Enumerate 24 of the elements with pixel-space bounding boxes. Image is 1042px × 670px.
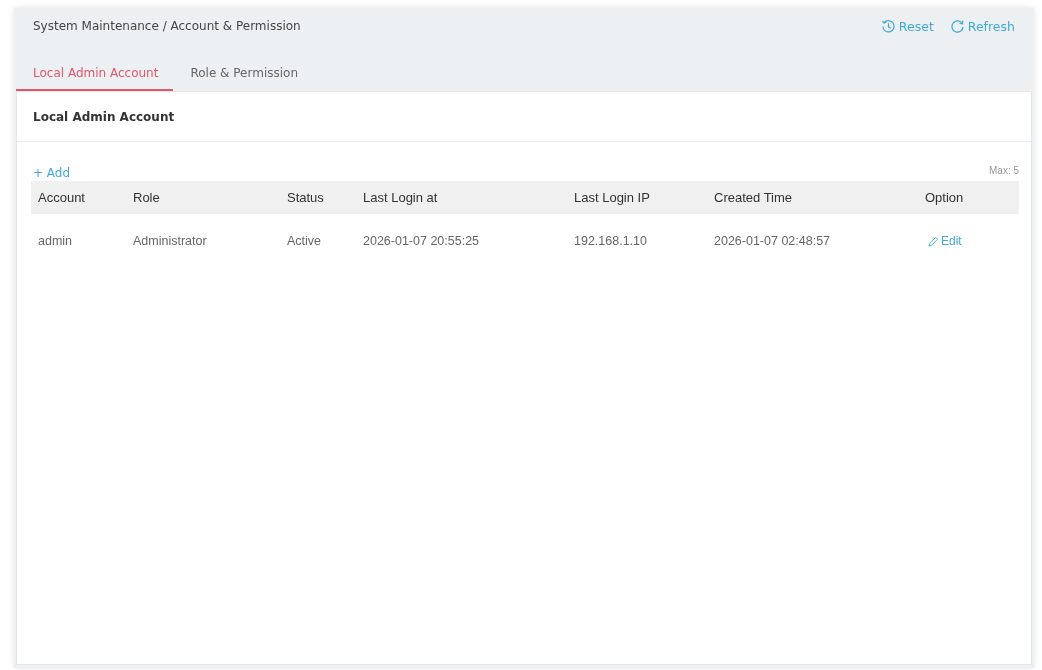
column-header: Role	[132, 190, 161, 205]
reset-button[interactable]: Reset	[880, 18, 934, 34]
table-cell-text: Active	[286, 234, 323, 248]
tab[interactable]: Role & Permission	[173, 59, 313, 91]
column-header: Option	[924, 190, 965, 205]
pencil-icon	[928, 235, 939, 247]
column-header: Last Login IP	[573, 190, 651, 205]
table-cell-text: admin	[37, 234, 74, 248]
table-cell-text: 2026-01-07 20:55:25	[362, 234, 481, 248]
refresh-button[interactable]: Refresh	[949, 18, 1015, 34]
max-count: Max: 5	[989, 165, 1019, 178]
table-cell-text: 192.168.1.10	[573, 234, 648, 248]
table-cell-text: Administrator	[132, 234, 208, 248]
column-header: Status	[286, 190, 325, 205]
column-header: Created Time	[713, 190, 794, 205]
card-title: Local Admin Account	[33, 109, 175, 124]
column-header: Account	[37, 190, 86, 205]
edit-link[interactable]: Edit	[925, 234, 962, 248]
refresh-icon	[949, 18, 965, 34]
table-cell-text: 2026-01-07 02:48:57	[713, 234, 832, 248]
column-header: Last Login at	[362, 190, 439, 205]
add-link[interactable]: + Add	[31, 166, 71, 180]
breadcrumb: System Maintenance / Account & Permission	[33, 19, 301, 33]
history-icon	[880, 18, 896, 34]
